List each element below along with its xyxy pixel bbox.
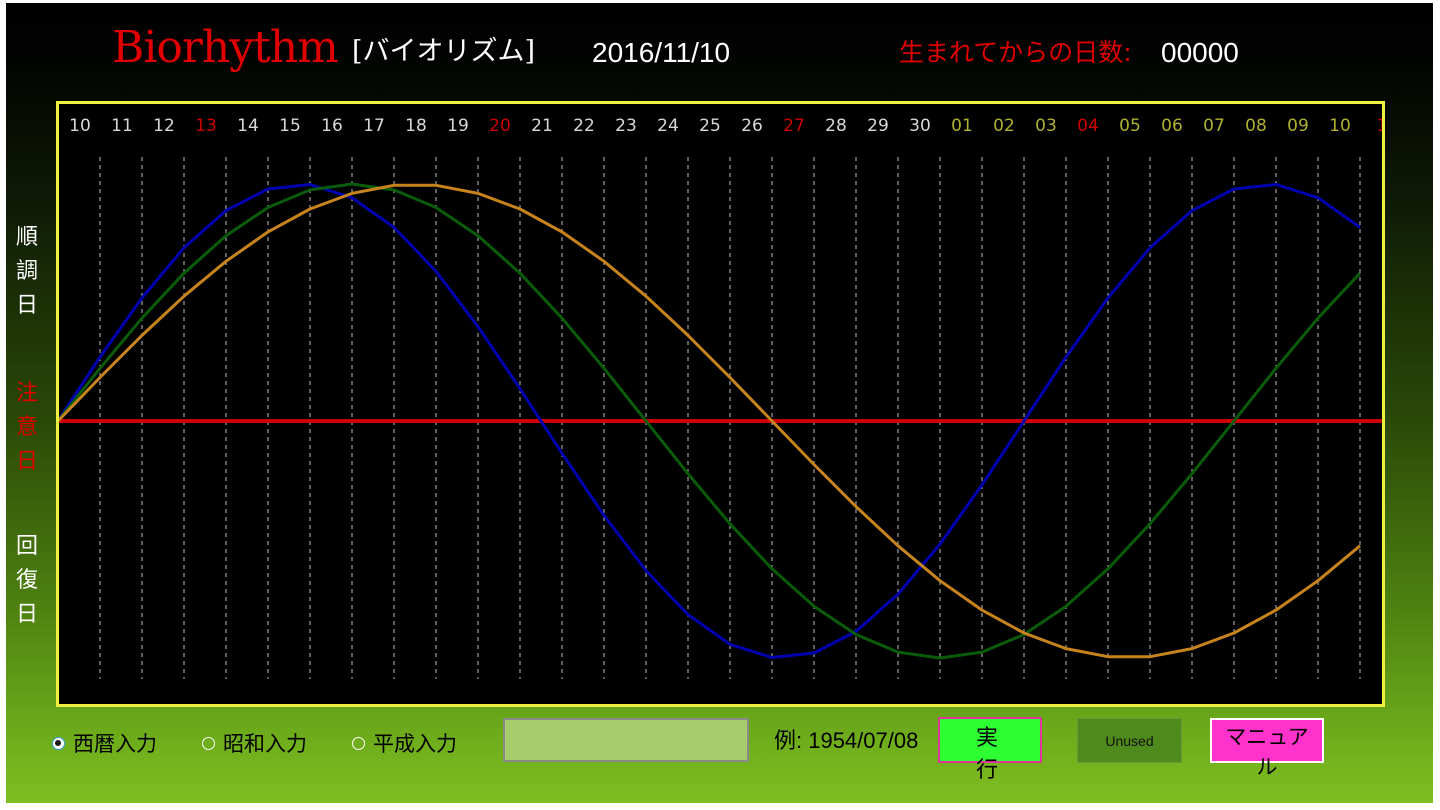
chart-tick-label: 25: [699, 116, 721, 136]
radio-circle-icon[interactable]: [352, 736, 365, 750]
radio-option-label: 平成入力: [373, 732, 457, 756]
unused-button[interactable]: Unused: [1077, 718, 1182, 763]
chart-tick-label: 13: [195, 116, 217, 136]
chart-background: [56, 101, 1385, 707]
chart-tick-label: 03: [1035, 116, 1057, 136]
chart-tick-label: 16: [321, 116, 343, 136]
chart-tick-label: 09: [1287, 116, 1309, 136]
radio-option-label: 昭和入力: [223, 732, 307, 756]
side-label-good-days: 順 調 日: [15, 225, 38, 318]
chart-tick-label: 26: [741, 116, 763, 136]
radio-option-label: 西暦入力: [73, 732, 157, 756]
radio-option-3[interactable]: 平成入力: [352, 728, 457, 758]
biorhythm-chart: 10 11 12 13 14 15 16 17 18 19 20 21 22 23 24 25 26 27 28 29…: [56, 101, 1385, 707]
chart-tick-label: 29: [867, 116, 889, 136]
run-button[interactable]: 実 行: [938, 717, 1042, 783]
radio-option-2[interactable]: 昭和入力: [202, 728, 307, 758]
days-since-birth-label: 生まれてからの日数:: [899, 38, 1132, 67]
chart-tick-label: 05: [1119, 116, 1141, 136]
radio-option-1[interactable]: 西暦入力: [52, 728, 157, 758]
chart-tick-label: 08: [1245, 116, 1267, 136]
biorhythm-window: Biorhythm [バイオリズム] 2016/11/10 生まれてからの日数:…: [6, 3, 1433, 803]
days-since-birth-value: 00000: [1161, 37, 1239, 68]
chart-tick-label: 01: [951, 116, 973, 136]
chart-tick-label: 04: [1077, 116, 1099, 136]
chart-tick-label: 15: [279, 116, 301, 136]
chart-tick-label: 24: [657, 116, 679, 136]
radio-circle-icon[interactable]: [202, 736, 215, 750]
chart-tick-label: 20: [489, 116, 511, 136]
chart-tick-label: 28: [825, 116, 847, 136]
input-example: 例: 1954/07/08: [774, 728, 919, 753]
birthdate-input[interactable]: [503, 718, 749, 762]
chart-tick-label: 02: [993, 116, 1015, 136]
chart-tick-label: 10: [1329, 116, 1351, 136]
chart-tick-label: 22: [573, 116, 595, 136]
app-title: Biorhythm: [112, 22, 339, 73]
chart-tick-label: 07: [1203, 116, 1225, 136]
chart-tick-label: 23: [615, 116, 637, 136]
manual-button[interactable]: マニュアル: [1210, 718, 1324, 779]
chart-tick-label: 21: [531, 116, 553, 136]
chart-tick-label: 10: [69, 116, 91, 136]
chart-tick-label: 27: [783, 116, 805, 136]
chart-tick-label: 11: [111, 116, 133, 136]
chart-tick-label: 17: [363, 116, 385, 136]
chart-tick-label: 06: [1161, 116, 1183, 136]
chart-tick-label: 30: [909, 116, 931, 136]
current-date: 2016/11/10: [592, 37, 731, 68]
side-label-caution-days: 注 意 日: [15, 381, 38, 474]
chart-tick-label: 14: [237, 116, 259, 136]
chart-tick-label: 19: [447, 116, 469, 136]
side-label-recovery-days: 回 復 日: [15, 534, 38, 627]
chart-tick-label: 18: [405, 116, 427, 136]
app-subtitle: [バイオリズム]: [352, 36, 536, 67]
radio-circle-icon[interactable]: [52, 736, 65, 750]
chart-tick-label: 12: [153, 116, 175, 136]
